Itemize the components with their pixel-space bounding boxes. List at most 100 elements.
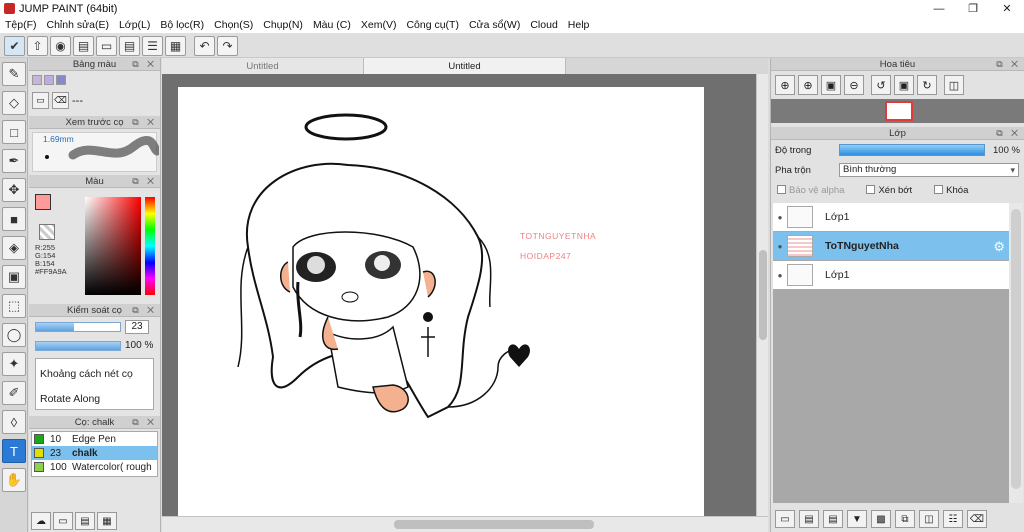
palette-swatch[interactable]	[56, 75, 66, 85]
panel-buttons[interactable]: ⧉ ✕	[132, 417, 157, 428]
option-rotate-along[interactable]: Rotate Along	[40, 387, 149, 409]
trash-icon[interactable]: ⌫	[52, 92, 69, 109]
panel-buttons[interactable]: ⧉ ✕	[132, 59, 157, 70]
duplicate-layer-icon[interactable]: ⧉	[895, 510, 915, 528]
lock-checkbox[interactable]: Khóa	[934, 185, 968, 196]
canvas-horizontal-scrollbar[interactable]	[162, 516, 768, 532]
speech-bubble-icon[interactable]: ◉	[50, 35, 71, 56]
zoom-fit-icon[interactable]: ⊕	[775, 75, 795, 95]
rectangle-select-icon[interactable]: □	[2, 120, 26, 144]
panel-buttons[interactable]: ⧉ ✕	[996, 59, 1021, 70]
menu-tools[interactable]: Công cụ(T)	[401, 19, 464, 31]
lasso-icon[interactable]: ✒	[2, 149, 26, 173]
blend-mode-select[interactable]: Bình thường	[839, 163, 1019, 177]
visibility-icon[interactable]: ●	[773, 213, 787, 222]
menu-edit[interactable]: Chỉnh sửa(E)	[42, 19, 114, 31]
actual-size-icon[interactable]: ▣	[821, 75, 841, 95]
magic-wand-icon[interactable]: ✦	[2, 352, 26, 376]
menu-window[interactable]: Cửa sổ(W)	[464, 19, 525, 31]
tab-untitled-1[interactable]: Untitled	[162, 58, 364, 74]
gear-icon[interactable]: ⚙	[993, 239, 1005, 255]
list-item[interactable]: 100 Watercolor( rough	[32, 460, 157, 474]
palette-swatch[interactable]	[44, 75, 54, 85]
layer-row[interactable]: ● ToTNguyetNha ⚙	[773, 232, 1009, 261]
trash-icon[interactable]: ⌫	[967, 510, 987, 528]
background-color-swatch[interactable]	[39, 224, 55, 240]
text-tool-icon[interactable]: T	[2, 439, 26, 463]
gradient-icon[interactable]: ▣	[2, 265, 26, 289]
layer-opacity-slider[interactable]	[839, 144, 985, 156]
maximize-icon[interactable]: ❐	[956, 0, 990, 17]
tab-untitled-2[interactable]: Untitled	[364, 58, 566, 74]
menu-cloud[interactable]: Cloud	[525, 19, 562, 31]
panel-buttons[interactable]: ⧉ ✕	[132, 176, 157, 187]
dotted-select-icon[interactable]: ⬚	[2, 294, 26, 318]
layer-row[interactable]: ● Lớp1	[773, 261, 1009, 290]
clipping-checkbox[interactable]: Xén bớt	[866, 185, 912, 196]
check-icon[interactable]: ✔	[4, 35, 25, 56]
close-icon[interactable]: ✕	[990, 0, 1024, 17]
menu-color[interactable]: Màu (C)	[308, 19, 356, 31]
panel-buttons[interactable]: ⧉ ✕	[132, 117, 157, 128]
layer-scrollbar[interactable]	[1009, 203, 1023, 503]
rotate-right-icon[interactable]: ↻	[917, 75, 937, 95]
navigator-viewport-box[interactable]	[885, 101, 913, 121]
page-icon[interactable]: ▭	[96, 35, 117, 56]
document-icon[interactable]: ▤	[119, 35, 140, 56]
canvas-vertical-scrollbar[interactable]	[756, 74, 768, 516]
menu-select[interactable]: Chọn(S)	[209, 19, 258, 31]
clear-layer-icon[interactable]: ☷	[943, 510, 963, 528]
new-brush-icon[interactable]: ▭	[53, 512, 73, 530]
menu-layer[interactable]: Lớp(L)	[114, 19, 155, 31]
fill-rect-icon[interactable]: ■	[2, 207, 26, 231]
protect-alpha-checkbox[interactable]: Bảo vệ alpha	[777, 185, 844, 196]
menu-filter[interactable]: Bộ lọc(R)	[155, 19, 209, 31]
list-icon[interactable]: ☰	[142, 35, 163, 56]
visibility-icon[interactable]: ●	[773, 271, 787, 280]
menu-file[interactable]: Tệp(F)	[0, 19, 42, 31]
brush-size-slider[interactable]	[35, 322, 121, 332]
list-item[interactable]: 23 chalk	[32, 446, 157, 460]
eraser-tool-icon[interactable]: ◇	[2, 91, 26, 115]
brush-size-input[interactable]: 23	[125, 320, 149, 334]
folder-icon[interactable]: ▩	[871, 510, 891, 528]
visibility-icon[interactable]: ●	[773, 242, 787, 251]
panel-buttons[interactable]: ⧉ ✕	[132, 305, 157, 316]
foreground-color-swatch[interactable]	[35, 194, 51, 210]
comment-icon[interactable]: ▤	[73, 35, 94, 56]
merge-layer-icon[interactable]: ◫	[919, 510, 939, 528]
brush-tool-icon[interactable]: ✎	[2, 62, 26, 86]
layer-type-menu-icon[interactable]: ▼	[847, 510, 867, 528]
option-stroke-spacing[interactable]: Khoảng cách nét cọ	[40, 362, 149, 387]
select-pen-icon[interactable]: ✐	[2, 381, 26, 405]
drawing-paper[interactable]: TOTNGUYETNHA HOIDAP247	[178, 87, 704, 516]
hand-icon[interactable]: ✋	[2, 468, 26, 492]
grid-icon[interactable]: ▦	[165, 35, 186, 56]
scroll-thumb[interactable]	[1011, 209, 1021, 489]
copy-brush-icon[interactable]: ▤	[75, 512, 95, 530]
zoom-in-icon[interactable]: ⊕	[798, 75, 818, 95]
navigator-preview[interactable]	[771, 99, 1024, 123]
undo-icon[interactable]: ↶	[194, 35, 215, 56]
hue-slider[interactable]	[145, 197, 155, 295]
panel-buttons[interactable]: ⧉ ✕	[996, 128, 1021, 139]
brush-opacity-slider[interactable]	[35, 340, 121, 351]
redo-icon[interactable]: ↷	[217, 35, 238, 56]
flip-icon[interactable]: ◫	[944, 75, 964, 95]
palette-swatch[interactable]	[32, 75, 42, 85]
menu-view[interactable]: Xem(V)	[356, 19, 402, 31]
rotate-left-icon[interactable]: ↺	[871, 75, 891, 95]
new-vector-icon[interactable]: ▤	[823, 510, 843, 528]
new-palette-icon[interactable]: ▭	[32, 92, 49, 109]
move-tool-icon[interactable]: ✥	[2, 178, 26, 202]
scroll-thumb[interactable]	[394, 520, 594, 529]
lasso-select-icon[interactable]: ◯	[2, 323, 26, 347]
export-icon[interactable]: ⇧	[27, 35, 48, 56]
cloud-download-icon[interactable]: ☁	[31, 512, 51, 530]
saturation-value-field[interactable]	[85, 197, 141, 295]
minimize-icon[interactable]: —	[922, 0, 956, 17]
reset-rotation-icon[interactable]: ▣	[894, 75, 914, 95]
bucket-icon[interactable]: ◈	[2, 236, 26, 260]
list-item[interactable]: 10 Edge Pen	[32, 432, 157, 446]
scroll-thumb[interactable]	[759, 250, 767, 340]
